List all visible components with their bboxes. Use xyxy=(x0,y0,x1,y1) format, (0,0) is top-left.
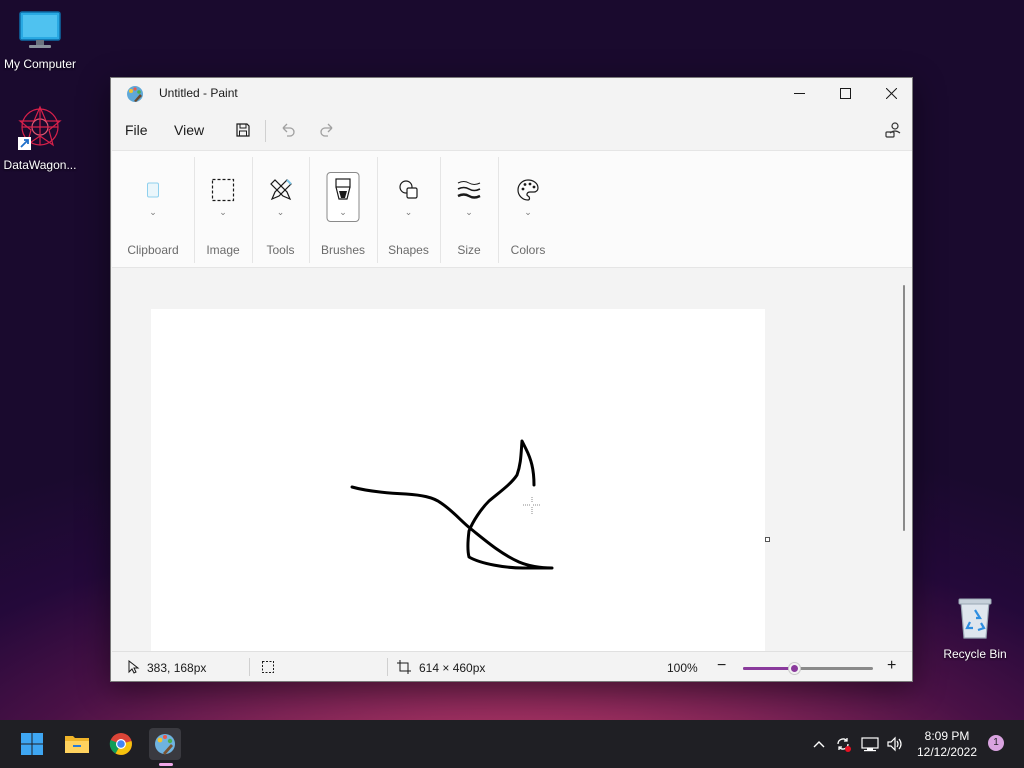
taskbar: 8:09 PM 12/12/2022 xyxy=(0,720,1024,768)
chevron-down-icon: ⌄ xyxy=(465,207,473,217)
ribbon-group-label: Tools xyxy=(266,243,295,257)
ribbon-group-tools[interactable]: ⌄ Tools xyxy=(252,151,309,269)
ribbon-group-label: Clipboard xyxy=(127,243,179,257)
chevron-down-icon: ⌄ xyxy=(276,207,285,217)
clipboard-icon xyxy=(138,175,168,205)
canvas-resize-handle[interactable] xyxy=(765,537,770,542)
desktop-icon-label: DataWagon... xyxy=(3,158,77,172)
brush-icon xyxy=(328,175,358,205)
system-clock[interactable]: 8:09 PM 12/12/2022 xyxy=(912,728,982,760)
datawagon-app-icon xyxy=(18,105,62,150)
paint-window: Untitled - Paint File View ⌄ Clipboard ⌄… xyxy=(110,77,913,682)
pencil-tools-icon xyxy=(266,175,296,205)
redo-icon[interactable] xyxy=(315,118,339,142)
scrollbar-thumb[interactable] xyxy=(903,285,905,531)
taskbar-paint[interactable] xyxy=(149,728,181,760)
canvas-size-icon xyxy=(396,659,412,675)
minimize-button[interactable] xyxy=(776,78,822,108)
canvas-size: 614 × 460px xyxy=(419,661,486,675)
chrome-icon xyxy=(109,733,132,755)
menu-separator xyxy=(265,120,266,142)
zoom-level: 100% xyxy=(667,661,698,675)
desktop-icon-datawagon[interactable]: DataWagon... xyxy=(0,105,80,172)
active-app-indicator xyxy=(159,763,173,766)
paint-icon xyxy=(155,734,175,755)
menu-bar: File View xyxy=(111,110,912,148)
cursor-position: 383, 168px xyxy=(147,661,207,675)
maximize-icon xyxy=(839,87,851,99)
menu-view[interactable]: View xyxy=(174,122,204,138)
account-icon[interactable] xyxy=(881,118,905,142)
desktop-icon-label: My Computer xyxy=(3,57,77,71)
paint-app-icon xyxy=(126,85,144,103)
vertical-scrollbar[interactable] xyxy=(898,269,912,651)
zoom-slider[interactable] xyxy=(743,663,873,674)
ribbon-group-label: Colors xyxy=(510,243,546,257)
selection-icon xyxy=(208,175,238,205)
shapes-icon xyxy=(394,175,424,205)
zoom-out-button[interactable]: − xyxy=(717,657,726,675)
ribbon-group-size[interactable]: ⌄ Size xyxy=(440,151,498,269)
monitor-icon xyxy=(19,11,61,48)
zoom-slider-thumb[interactable] xyxy=(788,663,800,674)
close-icon xyxy=(885,87,897,99)
line-size-icon xyxy=(454,175,484,205)
desktop-icon-my-computer[interactable]: My Computer xyxy=(0,10,80,71)
freehand-stroke xyxy=(350,439,554,570)
ribbon-group-image[interactable]: ⌄ Image xyxy=(194,151,252,269)
ribbon-group-shapes[interactable]: ⌄ Shapes xyxy=(377,151,440,269)
status-bar: 383, 168px 614 × 460px 100% − + xyxy=(112,651,912,681)
ribbon-group-label: Image xyxy=(206,243,240,257)
chevron-down-icon: ⌄ xyxy=(524,207,532,217)
status-separator xyxy=(249,658,250,676)
start-icon xyxy=(21,733,43,755)
maximize-button[interactable] xyxy=(822,78,868,108)
volume-icon[interactable] xyxy=(885,734,905,754)
network-icon[interactable] xyxy=(860,734,880,754)
crosshair-cursor-icon xyxy=(523,497,541,514)
window-title: Untitled - Paint xyxy=(159,86,238,100)
ribbon-group-colors[interactable]: ⌄ Colors xyxy=(498,151,558,269)
ribbon-group-label: Size xyxy=(457,243,481,257)
chevron-down-icon: ⌄ xyxy=(219,207,227,217)
sync-status-icon[interactable] xyxy=(833,734,853,754)
taskbar-file-explorer[interactable] xyxy=(61,728,93,760)
taskbar-chrome[interactable] xyxy=(105,728,137,760)
minimize-icon xyxy=(793,92,805,94)
undo-icon[interactable] xyxy=(276,118,300,142)
close-button[interactable] xyxy=(868,78,914,108)
palette-icon xyxy=(513,175,543,205)
notification-badge[interactable]: 1 xyxy=(988,735,1004,751)
start-button[interactable] xyxy=(16,728,48,760)
recycle-bin-icon xyxy=(958,598,992,639)
chevron-down-icon: ⌄ xyxy=(404,207,413,217)
status-separator xyxy=(387,658,388,676)
desktop-icon-label: Recycle Bin xyxy=(943,647,1007,661)
pointer-icon xyxy=(126,659,142,675)
canvas-workspace xyxy=(112,269,898,651)
ribbon-group-brushes[interactable]: ⌄ Brushes xyxy=(309,151,377,269)
zoom-slider-fill xyxy=(743,667,794,670)
zoom-in-button[interactable]: + xyxy=(887,657,896,675)
chevron-down-icon: ⌄ xyxy=(149,207,157,217)
clock-time: 8:09 PM xyxy=(924,729,970,743)
tray-overflow-chevron-icon[interactable] xyxy=(809,734,829,754)
chevron-down-icon: ⌄ xyxy=(339,207,347,217)
save-icon[interactable] xyxy=(231,118,255,142)
drawing-canvas[interactable] xyxy=(151,309,765,651)
file-explorer-icon xyxy=(65,736,89,753)
desktop-icon-recycle-bin[interactable]: Recycle Bin xyxy=(935,596,1015,661)
title-bar[interactable]: Untitled - Paint xyxy=(111,78,912,108)
clock-date: 12/12/2022 xyxy=(916,745,978,759)
ribbon-group-clipboard[interactable]: ⌄ Clipboard xyxy=(112,151,194,269)
ribbon-group-label: Brushes xyxy=(320,243,366,257)
menu-file[interactable]: File xyxy=(125,122,148,138)
ribbon: ⌄ Clipboard ⌄ Image ⌄ Tools ⌄ Brushes ⌄ … xyxy=(112,150,912,268)
selection-size-icon xyxy=(260,659,276,675)
ribbon-group-label: Shapes xyxy=(388,243,429,257)
